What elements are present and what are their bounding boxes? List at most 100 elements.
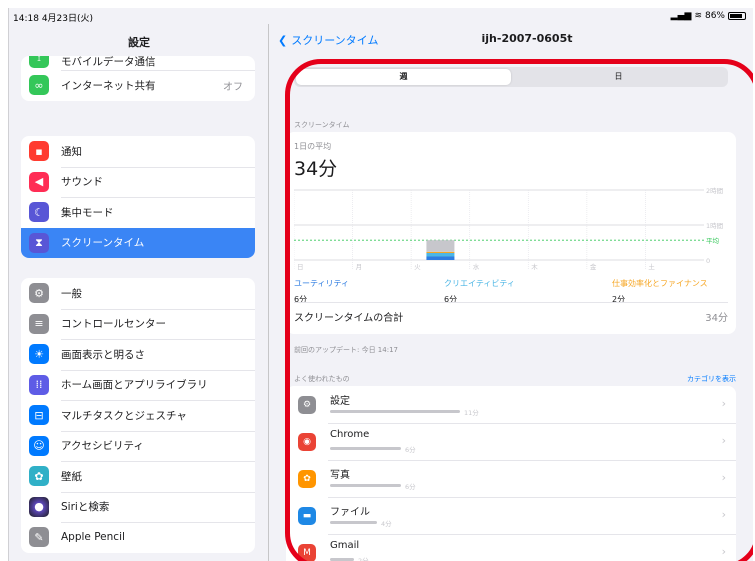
app-name: Gmail [330, 540, 360, 551]
total-screen-time-row[interactable]: スクリーンタイムの合計 34分 [294, 302, 728, 330]
grid-icon: ⁞⁞ [29, 374, 49, 395]
ipad-screen: 14:18 4月23日(火) ▂▄▆ ≋ 86% 設定 ⟟ モバイルデータ通信 … [8, 8, 753, 561]
section-header-most-used: よく使われたもの [294, 375, 350, 383]
sidebar-item-notifications[interactable]: ▪ 通知 [21, 136, 255, 167]
sidebar-group-notifications: ▪ 通知 ◀ サウンド ☾ 集中モード ⧗ スクリーンタイム [21, 136, 255, 258]
sidebar-item-label: マルチタスクとジェスチャ [61, 409, 187, 422]
chart-bar-segment [426, 251, 455, 253]
sidebar-item-apple-pencil[interactable]: ✎ Apple Pencil [21, 522, 255, 553]
sidebar-group-general: ⚙ 一般 ≡ コントロールセンター ☀ 画面表示と明るさ ⁞⁞ ホーム画面とアプ… [21, 278, 255, 553]
weekly-usage-chart: 2時間 1時間 0 日 月 火 水 木 金 土 平均 [294, 187, 723, 270]
sidebar-item-control-center[interactable]: ≡ コントロールセンター [21, 308, 255, 340]
app-row[interactable]: ✿ 写真 6分 › [286, 460, 736, 497]
app-name: ファイル [330, 507, 370, 518]
chevron-right-icon: › [721, 434, 726, 447]
sidebar-item-label: サウンド [61, 176, 103, 189]
sidebar-item-label: スクリーンタイム [61, 237, 145, 250]
chevron-right-icon: › [721, 508, 726, 521]
x-tick-label: 火 [414, 263, 421, 270]
legend-name: 仕事効率化とファイナンス [612, 279, 708, 288]
app-row[interactable]: ⚙ 設定 11分 › [286, 386, 736, 423]
legend-productivity: 仕事効率化とファイナンス 2分 [612, 278, 708, 305]
tab-week[interactable]: 週 [296, 69, 511, 85]
sidebar-item-focus[interactable]: ☾ 集中モード [21, 197, 255, 228]
flower-icon: ✿ [29, 466, 49, 487]
sidebar-item-general[interactable]: ⚙ 一般 [21, 278, 255, 309]
sidebar-item-display[interactable]: ☀ 画面表示と明るさ [21, 339, 255, 370]
show-categories-link[interactable]: カテゴリを表示 [687, 374, 736, 384]
sidebar-item-home-screen[interactable]: ⁞⁞ ホーム画面とアプリライブラリ [21, 369, 255, 401]
legend-name: ユーティリティ [294, 279, 350, 288]
daily-average-label: 1日の平均 [294, 142, 332, 151]
sidebar-item-siri[interactable]: ● Siriと検索 [21, 491, 255, 523]
battery-icon [728, 12, 746, 20]
chart-bar-segment [426, 256, 455, 260]
gear-icon: ⚙ [298, 396, 316, 414]
multitask-icon: ⊟ [29, 405, 49, 426]
chevron-right-icon: › [721, 471, 726, 484]
sidebar-item-label: アクセシビリティ [61, 440, 144, 453]
sidebar-item-wallpaper[interactable]: ✿ 壁紙 [21, 461, 255, 492]
x-tick-label: 金 [590, 262, 597, 270]
photos-icon: ✿ [298, 470, 316, 488]
accessibility-icon: ☺ [29, 435, 49, 456]
status-date: 4月23日(火) [41, 14, 94, 24]
last-updated: 前回のアップデート: 今日 14:17 [294, 346, 398, 354]
chrome-icon: ◉ [298, 433, 316, 451]
y-tick-label: 1時間 [706, 222, 723, 230]
app-usage-bar [330, 447, 401, 450]
link-icon: ∞ [29, 75, 49, 96]
daily-average-value: 34分 [294, 158, 338, 180]
app-row[interactable]: ◉ Chrome 6分 › [286, 423, 736, 460]
chevron-right-icon: › [721, 397, 726, 410]
sidebar-item-label: コントロールセンター [61, 318, 166, 331]
hourglass-icon: ⧗ [29, 232, 49, 253]
period-segmented-control: 週 日 [294, 67, 728, 87]
tab-day[interactable]: 日 [511, 69, 726, 85]
sidebar-group-network: ⟟ モバイルデータ通信 ∞ インターネット共有 オフ [21, 56, 255, 101]
total-label: スクリーンタイムの合計 [294, 313, 404, 324]
legend-utility: ユーティリティ 6分 [294, 278, 349, 305]
app-row[interactable]: M Gmail 2分 › [286, 534, 736, 561]
app-time: 2分 [358, 557, 369, 561]
sidebar-item-label: 画面表示と明るさ [61, 348, 145, 361]
chevron-right-icon: › [721, 545, 726, 558]
antenna-icon: ⟟ [29, 56, 49, 68]
usage-card[interactable]: 1日の平均 34分 2時間 1時間 0 日 月 火 水 木 金 土 平均 ユーティリティ 6分 クリ… [286, 132, 736, 334]
app-time: 4分 [381, 520, 392, 528]
sun-icon: ☀ [29, 344, 49, 365]
status-bar: 14:18 4月23日(火) ▂▄▆ ≋ 86% [9, 8, 753, 24]
app-time: 11分 [464, 409, 479, 417]
y-tick-label: 0 [706, 257, 710, 265]
moon-icon: ☾ [29, 202, 49, 223]
sidebar-item-accessibility[interactable]: ☺ アクセシビリティ [21, 430, 255, 462]
x-tick-label: 木 [531, 262, 538, 270]
toggles-icon: ≡ [29, 313, 49, 334]
status-time: 14:18 [13, 14, 39, 24]
sidebar-item-label: ホーム画面とアプリライブラリ [61, 379, 208, 392]
legend-creativity: クリエイティビティ 6分 [444, 278, 515, 305]
app-usage-bar [330, 521, 377, 524]
app-name: 設定 [330, 396, 350, 407]
bell-icon: ▪ [29, 141, 49, 162]
sidebar-item-sounds[interactable]: ◀ サウンド [21, 166, 255, 198]
settings-sidebar: 設定 ⟟ モバイルデータ通信 ∞ インターネット共有 オフ ▪ 通知 ◀ サウン… [9, 24, 269, 561]
app-usage-bar [330, 484, 401, 487]
sidebar-item-label: 一般 [61, 287, 82, 300]
app-row[interactable]: ▬ ファイル 4分 › [286, 497, 736, 534]
signal-icon: ▂▄▆ [670, 11, 692, 21]
sidebar-item-multitasking[interactable]: ⊟ マルチタスクとジェスチャ [21, 400, 255, 431]
chart-bar-segment [426, 253, 455, 257]
sidebar-item-screen-time[interactable]: ⧗ スクリーンタイム [21, 227, 255, 258]
mail-icon: M [298, 544, 316, 561]
pencil-icon: ✎ [29, 527, 49, 548]
gear-icon: ⚙ [29, 283, 49, 304]
total-value: 34分 [705, 313, 728, 324]
sidebar-item-label: モバイルデータ通信 [61, 56, 156, 68]
sidebar-item-mobile-data[interactable]: ⟟ モバイルデータ通信 [21, 56, 255, 70]
folder-icon: ▬ [298, 507, 316, 525]
x-tick-label: 日 [297, 263, 304, 270]
most-used-apps-list: ⚙ 設定 11分 › ◉ Chrome 6分 › ✿ 写真 6分 › ▬ ファイル 4分 › M Gmail 2分 › [286, 386, 736, 561]
sidebar-item-personal-hotspot[interactable]: ∞ インターネット共有 オフ [21, 70, 255, 101]
sidebar-title: 設定 [128, 36, 150, 49]
